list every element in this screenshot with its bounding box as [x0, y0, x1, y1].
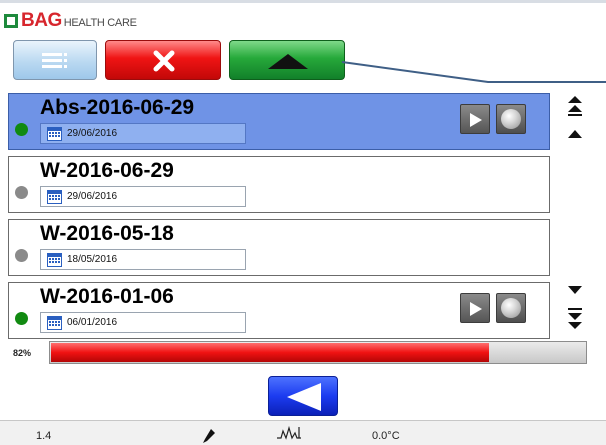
item-title: W-2016-06-29: [40, 159, 174, 182]
close-icon: [153, 50, 175, 72]
temperature-readout: 0.0°C: [372, 430, 400, 442]
list-item[interactable]: W-2016-01-06 06/01/2016: [8, 282, 550, 339]
calendar-icon: [47, 253, 62, 267]
item-date: 29/06/2016: [67, 128, 118, 139]
calendar-icon: [47, 316, 62, 330]
calendar-icon: [47, 127, 62, 141]
list-icon: [42, 53, 67, 68]
scroll-down-icon[interactable]: [568, 286, 582, 295]
status-dot-icon: [15, 249, 28, 262]
logo: BAG HEALTH CARE: [4, 11, 137, 31]
item-title: W-2016-01-06: [40, 285, 174, 308]
list-item[interactable]: Abs-2016-06-29 29/06/2016: [8, 93, 550, 150]
pipette-icon: [203, 429, 215, 443]
disc-button[interactable]: [496, 293, 526, 323]
scroll-top-icon[interactable]: [568, 96, 582, 118]
scroll-up-icon[interactable]: [568, 130, 582, 139]
calendar-icon: [47, 190, 62, 204]
disc-icon: [501, 109, 521, 129]
disc-button[interactable]: [496, 104, 526, 134]
logo-square-icon: [4, 14, 18, 28]
triangle-left-icon: [287, 383, 321, 411]
cancel-button[interactable]: [105, 40, 221, 80]
top-edge: [0, 0, 606, 3]
logo-subtitle: HEALTH CARE: [63, 17, 137, 29]
list-item[interactable]: W-2016-05-18 18/05/2016: [8, 219, 550, 276]
status-dot-icon: [15, 123, 28, 136]
item-date: 18/05/2016: [67, 254, 118, 265]
play-icon: [470, 113, 482, 127]
move-up-button[interactable]: [229, 40, 345, 80]
progress-bar: [49, 341, 587, 364]
item-date: 29/06/2016: [67, 191, 118, 202]
date-field: 29/06/2016: [40, 186, 246, 207]
progress-label: 82%: [13, 348, 32, 358]
date-field: 06/01/2016: [40, 312, 246, 333]
disc-icon: [501, 298, 521, 318]
triangle-up-icon: [268, 54, 308, 69]
status-value: 1.4: [36, 430, 52, 442]
play-button[interactable]: [460, 104, 490, 134]
date-field: 29/06/2016: [40, 123, 246, 144]
list-item[interactable]: W-2016-06-29 29/06/2016: [8, 156, 550, 213]
status-dot-icon: [15, 312, 28, 325]
play-icon: [470, 302, 482, 316]
status-bar: 1.4 0.0°C: [0, 420, 606, 445]
play-button[interactable]: [460, 293, 490, 323]
scroll-bottom-icon[interactable]: [568, 308, 582, 330]
item-title: Abs-2016-06-29: [40, 96, 195, 119]
date-field: 18/05/2016: [40, 249, 246, 270]
item-title: W-2016-05-18: [40, 222, 174, 245]
logo-brand: BAG: [21, 10, 62, 31]
waveform-icon: [277, 425, 301, 440]
item-date: 06/01/2016: [67, 317, 118, 328]
status-dot-icon: [15, 186, 28, 199]
progress-fill: [51, 343, 489, 362]
list-button[interactable]: [13, 40, 97, 80]
back-button[interactable]: [268, 376, 338, 416]
